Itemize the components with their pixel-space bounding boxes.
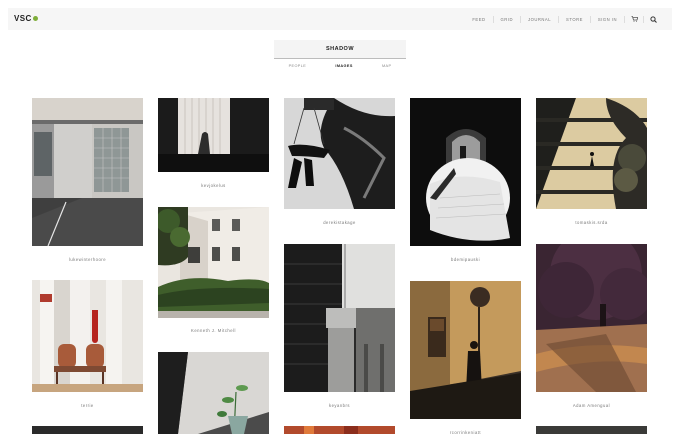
photo-caption[interactable]: Kenneth J. Mitchell: [158, 328, 269, 333]
photo-caption[interactable]: terrie: [32, 403, 143, 408]
photo-grid-item[interactable]: [158, 207, 269, 318]
photo-grid-item[interactable]: [284, 244, 395, 392]
search-query[interactable]: SHADOW: [274, 40, 406, 59]
photo-grid-item[interactable]: [32, 98, 143, 246]
photo-caption[interactable]: bdemipauski: [410, 257, 521, 262]
photo-caption[interactable]: keyanbrs: [284, 403, 395, 408]
top-navigation-bar: VSC FEED GRID JOURNAL STORE SIGN IN: [8, 8, 672, 30]
cart-icon[interactable]: [625, 8, 643, 30]
photo-grid-item[interactable]: [284, 426, 395, 434]
photo-grid-item[interactable]: [32, 280, 143, 392]
photo-grid-item[interactable]: [536, 426, 647, 434]
photo-grid-item[interactable]: [536, 244, 647, 392]
logo-dot-icon: [32, 16, 38, 21]
search-icon[interactable]: [644, 8, 662, 30]
photo-caption[interactable]: derekistakage: [284, 220, 395, 225]
photo-caption[interactable]: kevjokelus: [158, 183, 269, 188]
search-panel: SHADOW PEOPLE IMAGES MAP: [274, 40, 406, 73]
nav-journal[interactable]: JOURNAL: [521, 17, 558, 22]
nav-grid[interactable]: GRID: [494, 17, 520, 22]
nav-store[interactable]: STORE: [559, 17, 590, 22]
photo-grid-item[interactable]: [410, 98, 521, 246]
photo-grid-item[interactable]: [32, 426, 143, 434]
photo-caption[interactable]: lukewinterhoore: [32, 257, 143, 262]
photo-grid-item[interactable]: [410, 281, 521, 419]
photo-caption[interactable]: tomaskis.srda: [536, 220, 647, 225]
photo-caption[interactable]: Adam Amengual: [536, 403, 647, 408]
photo-grid-item[interactable]: [158, 98, 269, 172]
main-nav: FEED GRID JOURNAL STORE SIGN IN: [465, 8, 662, 30]
photo-caption[interactable]: rcorrinkeniatt: [410, 430, 521, 435]
vsco-logo[interactable]: VSC: [14, 14, 38, 23]
tab-images[interactable]: IMAGES: [335, 64, 352, 68]
photo-grid-item[interactable]: [284, 98, 395, 209]
tab-people[interactable]: PEOPLE: [289, 64, 307, 68]
nav-sign-in[interactable]: SIGN IN: [591, 17, 624, 22]
logo-text: VSC: [14, 14, 32, 23]
search-tabs: PEOPLE IMAGES MAP: [274, 59, 406, 73]
photo-grid-item[interactable]: [536, 98, 647, 209]
nav-feed[interactable]: FEED: [465, 17, 492, 22]
photo-grid-item[interactable]: [158, 352, 269, 434]
tab-map[interactable]: MAP: [382, 64, 391, 68]
